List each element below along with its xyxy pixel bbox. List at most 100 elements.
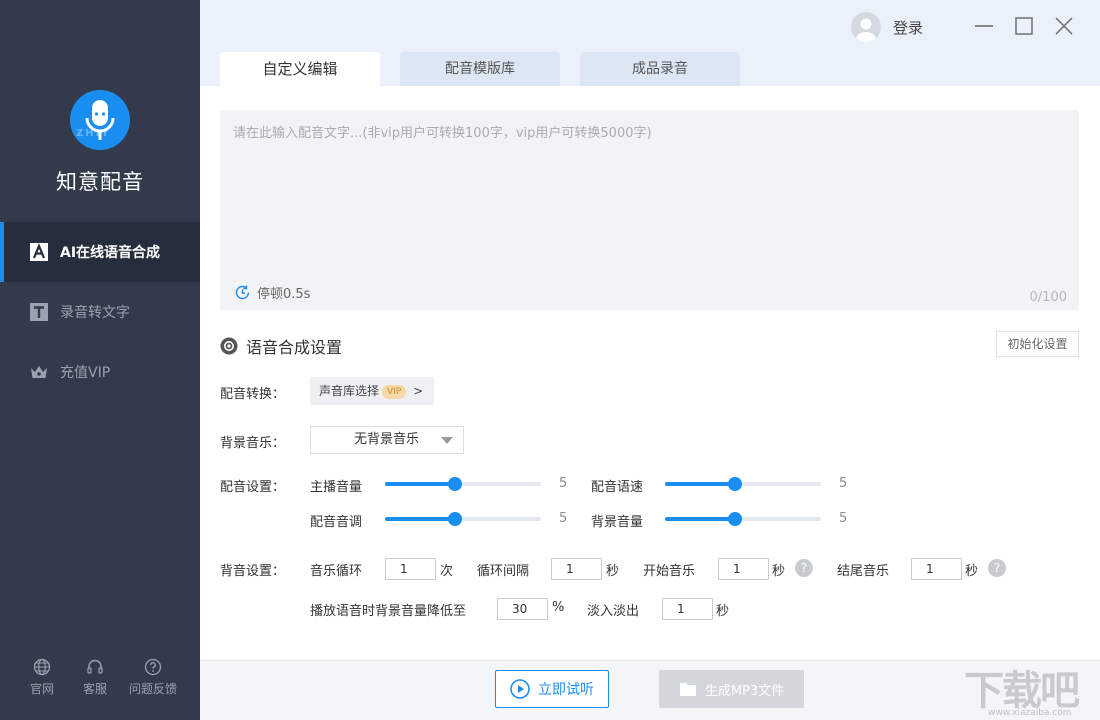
tab-custom-edit[interactable]: 自定义编辑	[220, 52, 380, 86]
slider-label-bg-volume: 背景音量	[591, 515, 644, 530]
generate-mp3-button[interactable]: 生成MP3文件	[659, 670, 804, 708]
sidebar-item-transcribe[interactable]: 录音转文字	[0, 282, 200, 342]
minimize-icon	[975, 25, 993, 27]
dropdown-arrow-icon	[441, 437, 453, 444]
official-site-link[interactable]: 官网	[27, 658, 57, 697]
dubbing-text-input[interactable]	[220, 110, 1079, 270]
bg-settings-label: 背音设置：	[220, 564, 286, 579]
feedback-label: 问题反馈	[128, 682, 177, 696]
slider-knob[interactable]	[448, 477, 463, 491]
bgm-selected-value: 无背景音乐	[354, 432, 420, 447]
fade-input[interactable]	[662, 598, 713, 620]
watermark: 下载吧 www.xiazaiba.com	[962, 660, 1100, 720]
text-editor: 停顿0.5s 0/100	[220, 110, 1079, 310]
user-icon	[856, 18, 876, 42]
clock-pause-icon	[235, 285, 250, 300]
sidebar: ZHIY 知意配音 AI在线语音合成 录音转文字 充值VIP 官网 客服 问题反…	[0, 0, 200, 720]
gear-icon	[220, 337, 238, 355]
loop-count-input[interactable]	[385, 558, 436, 580]
end-music-help-icon[interactable]: ?	[988, 559, 1006, 577]
slider-label-pitch: 配音音调	[310, 515, 363, 530]
crown-icon	[31, 366, 47, 378]
host-volume-slider[interactable]	[385, 475, 541, 493]
slider-knob[interactable]	[448, 512, 463, 526]
customer-service-label: 客服	[82, 682, 107, 696]
reduce-volume-label: 播放语音时背景音量降低至	[310, 604, 467, 619]
slider-label-speed: 配音语速	[591, 480, 644, 495]
minimize-button[interactable]	[974, 16, 994, 36]
bottom-links: 官网 客服 问题反馈	[0, 658, 200, 708]
reduce-volume-unit: %	[552, 600, 565, 615]
watermark-url: www.xiazaiba.com	[988, 708, 1072, 718]
end-music-unit: 秒	[965, 564, 979, 579]
headset-icon	[87, 659, 103, 674]
slider-value: 5	[839, 476, 848, 491]
ai-icon	[30, 243, 48, 261]
end-music-input[interactable]	[911, 558, 962, 580]
pitch-slider[interactable]	[385, 510, 541, 528]
chevron-right-icon: >	[413, 384, 424, 398]
bgm-label: 背景音乐：	[220, 436, 286, 451]
end-music-label: 结尾音乐	[837, 564, 890, 579]
voice-library-label: 声音库选择	[319, 384, 380, 398]
interval-unit: 秒	[606, 564, 620, 579]
tab-template-library[interactable]: 配音模版库	[400, 52, 560, 86]
preview-button[interactable]: 立即试听	[495, 670, 609, 708]
sidebar-item-vip[interactable]: 充值VIP	[0, 342, 200, 402]
text-t-icon	[30, 303, 48, 321]
start-music-label: 开始音乐	[643, 564, 696, 579]
generate-mp3-label: 生成MP3文件	[704, 683, 785, 699]
fade-label: 淡入淡出	[587, 604, 640, 619]
char-counter: 0/100	[1029, 290, 1067, 305]
logo-text: ZHIY	[76, 128, 111, 139]
preview-label: 立即试听	[538, 682, 594, 698]
slider-value: 5	[839, 511, 848, 526]
official-site-label: 官网	[29, 682, 54, 696]
login-link[interactable]: 登录	[893, 17, 923, 38]
sidebar-item-label: 充值VIP	[60, 365, 111, 381]
close-button[interactable]	[1054, 16, 1074, 36]
bgm-select[interactable]: 无背景音乐	[310, 426, 464, 454]
customer-service-link[interactable]: 客服	[80, 658, 110, 697]
pause-button[interactable]: 停顿0.5s	[234, 283, 310, 302]
avatar[interactable]	[851, 12, 881, 42]
maximize-button[interactable]	[1014, 16, 1034, 36]
question-icon	[144, 658, 162, 676]
slider-label-host-volume: 主播音量	[310, 480, 363, 495]
app-logo: ZHIY	[70, 90, 130, 150]
slider-knob[interactable]	[728, 477, 743, 491]
pause-label: 停顿0.5s	[257, 287, 311, 302]
start-music-input[interactable]	[718, 558, 769, 580]
fade-unit: 秒	[716, 604, 730, 619]
sidebar-item-label: AI在线语音合成	[60, 245, 161, 261]
section-title: 语音合成设置	[220, 334, 342, 358]
vip-badge: VIP	[382, 385, 407, 399]
play-icon	[510, 679, 530, 699]
feedback-link[interactable]: 问题反馈	[125, 658, 181, 697]
app-name: 知意配音	[56, 170, 144, 194]
close-icon	[1055, 17, 1073, 35]
globe-icon	[33, 658, 51, 676]
slider-knob[interactable]	[728, 512, 743, 526]
loop-interval-input[interactable]	[551, 558, 602, 580]
sidebar-item-label: 录音转文字	[60, 305, 130, 321]
loop-label: 音乐循环	[310, 564, 363, 579]
reset-settings-button[interactable]: 初始化设置	[996, 331, 1079, 357]
sidebar-item-ai-synthesis[interactable]: AI在线语音合成	[0, 222, 200, 282]
loop-unit: 次	[440, 564, 454, 579]
start-music-unit: 秒	[772, 564, 786, 579]
slider-value: 5	[559, 476, 568, 491]
reduce-volume-input[interactable]	[497, 598, 548, 620]
tab-finished-recordings[interactable]: 成品录音	[580, 52, 740, 86]
speed-slider[interactable]	[665, 475, 821, 493]
bg-volume-slider[interactable]	[665, 510, 821, 528]
section-title-text: 语音合成设置	[246, 338, 343, 357]
folder-icon	[679, 683, 696, 696]
maximize-icon	[1015, 17, 1033, 35]
voice-label: 配音转换：	[220, 387, 286, 402]
voice-settings-label: 配音设置：	[220, 480, 286, 495]
interval-label: 循环间隔	[477, 564, 530, 579]
microphone-icon	[85, 100, 115, 140]
start-music-help-icon[interactable]: ?	[795, 559, 813, 577]
voice-library-button[interactable]: 声音库选择 VIP >	[310, 377, 434, 405]
